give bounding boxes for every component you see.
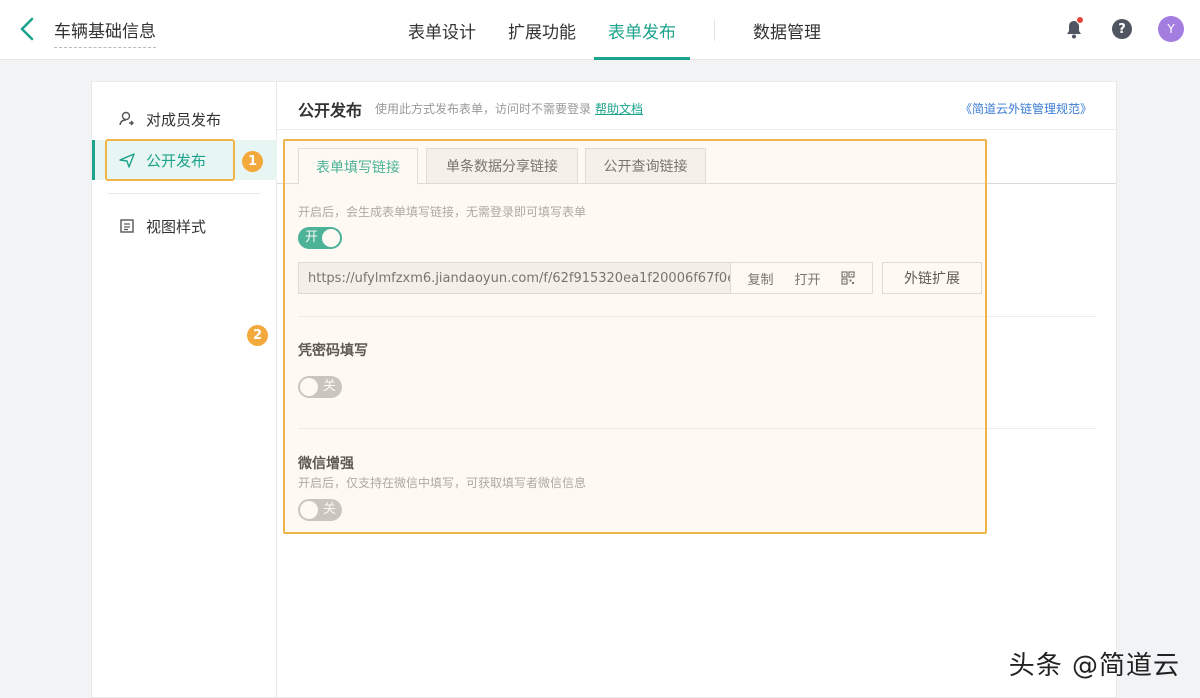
step-marker-1: 1 <box>242 151 263 172</box>
sidebar-divider <box>108 193 260 194</box>
subtab-public-query-link[interactable]: 公开查询链接 <box>585 148 706 184</box>
user-share-icon <box>118 110 136 128</box>
subtab-fill-link[interactable]: 表单填写链接 <box>298 148 418 185</box>
content-description-text: 使用此方式发布表单，访问时不需要登录 <box>375 102 592 116</box>
tab-data-management[interactable]: 数据管理 <box>737 0 837 60</box>
link-policy-link[interactable]: 《简道云外链管理规范》 <box>960 100 1092 117</box>
tab-extensions[interactable]: 扩展功能 <box>492 0 592 60</box>
paper-plane-icon <box>118 151 136 169</box>
wechat-description: 开启后，仅支持在微信中填写，可获取填写者微信信息 <box>298 476 587 490</box>
list-view-icon <box>118 217 136 235</box>
subtab-single-share-link[interactable]: 单条数据分享链接 <box>426 148 578 184</box>
notification-button[interactable] <box>1062 14 1086 44</box>
sidebar-item-label: 视图样式 <box>146 217 207 236</box>
wechat-toggle[interactable]: 关 <box>298 499 342 521</box>
fill-link-description: 开启后，会生成表单填写链接，无需登录即可填写表单 <box>298 205 587 219</box>
url-actions: 复制 打开 <box>731 263 872 293</box>
toggle-label: 关 <box>322 379 336 394</box>
app-title[interactable]: 车辆基础信息 <box>54 17 156 48</box>
sidebar-item-label: 对成员发布 <box>146 110 222 129</box>
help-icon[interactable]: ? <box>1112 19 1132 39</box>
content-header: 公开发布 使用此方式发布表单，访问时不需要登录 帮助文档 《简道云外链管理规范》 <box>277 82 1116 130</box>
wechat-section-title: 微信增强 <box>298 456 354 472</box>
publish-sidebar: 对成员发布 公开发布 1 视图样式 <box>92 82 277 697</box>
notification-dot <box>1076 16 1084 24</box>
qr-code-icon[interactable] <box>841 271 856 285</box>
watermark: 头条 @简道云 <box>1008 651 1180 681</box>
tab-form-publish[interactable]: 表单发布 <box>592 0 692 60</box>
tab-form-design[interactable]: 表单设计 <box>392 0 492 60</box>
password-section-title: 凭密码填写 <box>298 343 368 359</box>
content-description: 使用此方式发布表单，访问时不需要登录 帮助文档 <box>375 100 643 117</box>
section-divider <box>298 428 1096 429</box>
content-title: 公开发布 <box>298 101 363 120</box>
toggle-knob <box>300 378 318 396</box>
url-row: 复制 打开 <box>298 262 873 294</box>
tab-divider <box>714 19 715 41</box>
top-bar: 车辆基础信息 表单设计 扩展功能 表单发布 数据管理 ? Y <box>0 0 1200 60</box>
avatar[interactable]: Y <box>1158 16 1184 42</box>
fill-link-toggle[interactable]: 开 <box>298 227 342 249</box>
toggle-knob <box>322 229 340 247</box>
sidebar-item-label: 公开发布 <box>146 151 207 170</box>
step-marker-2: 2 <box>247 325 268 346</box>
open-link-button[interactable]: 打开 <box>794 269 820 288</box>
fill-link-url-field[interactable] <box>299 263 731 293</box>
toggle-label: 开 <box>305 230 319 245</box>
chevron-left-icon <box>20 17 34 41</box>
back-button[interactable] <box>16 14 40 44</box>
section-divider <box>298 316 1096 317</box>
help-doc-link[interactable]: 帮助文档 <box>595 102 643 116</box>
toggle-knob <box>300 501 318 519</box>
password-toggle[interactable]: 关 <box>298 376 342 398</box>
publish-panel: 对成员发布 公开发布 1 视图样式 公开发布 使用此方式发布表单，访问时不需要登… <box>91 81 1117 698</box>
top-icons: ? Y <box>1062 14 1184 44</box>
sidebar-item-member-publish[interactable]: 对成员发布 <box>92 99 277 139</box>
toggle-label: 关 <box>322 502 336 517</box>
link-extension-button[interactable]: 外链扩展 <box>882 262 982 294</box>
sidebar-item-view-style[interactable]: 视图样式 <box>92 206 277 246</box>
copy-link-button[interactable]: 复制 <box>747 269 773 288</box>
main-tabs: 表单设计 扩展功能 表单发布 数据管理 <box>392 0 837 60</box>
